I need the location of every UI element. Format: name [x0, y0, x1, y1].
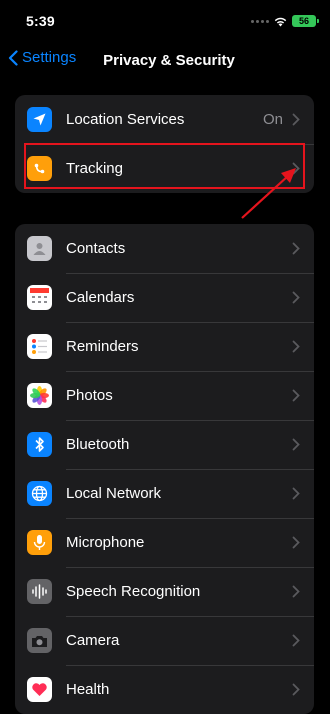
row-photos[interactable]: Photos — [15, 371, 314, 420]
status-bar: 5:39 56 — [0, 0, 330, 40]
waveform-icon — [27, 579, 52, 604]
chevron-right-icon — [292, 634, 300, 647]
row-health[interactable]: Health — [15, 665, 314, 714]
row-location-services[interactable]: Location Services On — [15, 95, 314, 144]
photos-icon — [27, 383, 52, 408]
camera-icon — [27, 628, 52, 653]
row-label: Photos — [66, 371, 314, 420]
heart-icon — [27, 677, 52, 702]
chevron-right-icon — [292, 340, 300, 353]
row-label: Calendars — [66, 273, 314, 322]
row-local-network[interactable]: Local Network — [15, 469, 314, 518]
row-reminders[interactable]: Reminders — [15, 322, 314, 371]
cellular-signal-icon — [251, 19, 269, 23]
settings-group-permissions: Contacts Calendars Reminders Photos Blue… — [15, 224, 314, 714]
row-value: On — [262, 111, 283, 128]
battery-icon: 56 — [292, 15, 319, 27]
page-title: Privacy & Security — [103, 52, 235, 69]
row-label: Speech Recognition — [66, 567, 314, 616]
chevron-right-icon — [292, 113, 300, 126]
row-label: Bluetooth — [66, 420, 314, 469]
reminders-icon — [27, 334, 52, 359]
chevron-right-icon — [292, 536, 300, 549]
contacts-icon — [27, 236, 52, 261]
battery-level: 56 — [298, 16, 309, 26]
microphone-icon — [27, 530, 52, 555]
chevron-right-icon — [292, 389, 300, 402]
status-time: 5:39 — [26, 13, 55, 29]
annotation-arrow-icon — [241, 168, 296, 219]
globe-icon — [27, 481, 52, 506]
calendar-icon — [27, 285, 52, 310]
chevron-right-icon — [292, 438, 300, 451]
row-label: Microphone — [66, 518, 314, 567]
row-label: Location Services — [66, 111, 185, 128]
row-calendars[interactable]: Calendars — [15, 273, 314, 322]
row-label: Reminders — [66, 322, 314, 371]
bluetooth-icon — [27, 432, 52, 457]
wifi-icon — [274, 17, 287, 26]
location-arrow-icon — [27, 107, 52, 132]
row-label: Camera — [66, 616, 314, 665]
row-contacts[interactable]: Contacts — [15, 224, 314, 273]
chevron-right-icon — [292, 683, 300, 696]
row-label: Health — [66, 665, 314, 714]
row-speech-recognition[interactable]: Speech Recognition — [15, 567, 314, 616]
row-bluetooth[interactable]: Bluetooth — [15, 420, 314, 469]
chevron-right-icon — [292, 585, 300, 598]
row-label: Contacts — [66, 240, 126, 257]
navigation-bar: Settings Privacy & Security — [0, 44, 330, 78]
row-label: Local Network — [66, 469, 314, 518]
chevron-right-icon — [292, 487, 300, 500]
status-indicators: 56 — [251, 14, 319, 28]
row-microphone[interactable]: Microphone — [15, 518, 314, 567]
row-camera[interactable]: Camera — [15, 616, 314, 665]
chevron-right-icon — [292, 242, 300, 255]
chevron-right-icon — [292, 291, 300, 304]
